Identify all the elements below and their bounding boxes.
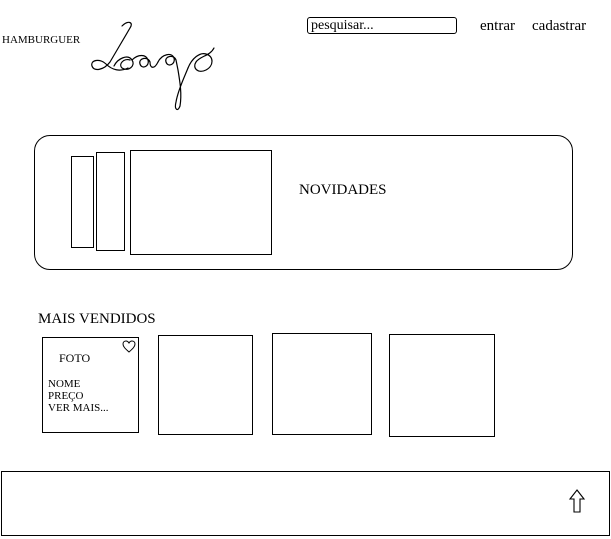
- signup-link[interactable]: cadastrar: [532, 18, 586, 35]
- logo-icon[interactable]: [88, 18, 222, 112]
- product-name: NOME: [48, 378, 81, 390]
- carousel-slide[interactable]: [71, 156, 94, 248]
- featured-label: NOVIDADES: [299, 182, 387, 198]
- product-price: PREÇO: [48, 390, 84, 402]
- section-title-best-sellers: MAIS VENDIDOS: [38, 311, 156, 327]
- heart-icon[interactable]: [122, 340, 136, 353]
- brand-name: HAMBURGUER: [2, 34, 81, 46]
- login-link[interactable]: entrar: [480, 18, 515, 35]
- see-more-link[interactable]: VER MAIS...: [48, 402, 109, 414]
- product-card[interactable]: [158, 335, 253, 435]
- footer: [1, 471, 610, 536]
- carousel-slide[interactable]: [96, 152, 125, 251]
- product-card[interactable]: [389, 334, 495, 437]
- arrow-up-icon[interactable]: [568, 489, 586, 513]
- product-card[interactable]: [272, 333, 372, 435]
- featured-carousel[interactable]: NOVIDADES: [34, 135, 573, 270]
- search-input[interactable]: [307, 17, 457, 34]
- product-photo-label: FOTO: [59, 351, 91, 365]
- product-card[interactable]: FOTO NOME PREÇO VER MAIS...: [42, 337, 139, 433]
- carousel-main-image[interactable]: [130, 150, 272, 255]
